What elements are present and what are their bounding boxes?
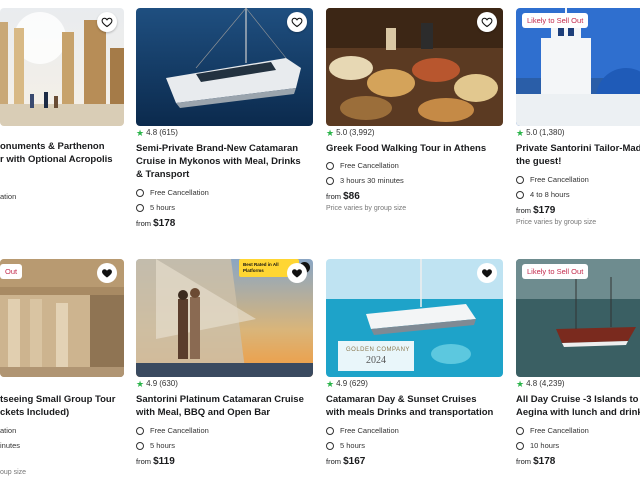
rating: ★ 4.8 (4,239) <box>516 378 565 389</box>
tour-photo[interactable] <box>136 8 313 126</box>
check-circle-icon <box>136 188 144 197</box>
tour-photo[interactable] <box>326 8 503 126</box>
price-note: Price varies by group size <box>516 219 597 226</box>
duration-info: 5 hours <box>136 203 175 212</box>
rating: ★ 5.0 (1,380) <box>516 127 565 138</box>
wishlist-button[interactable] <box>477 12 497 32</box>
price: from $179 <box>516 205 556 216</box>
heart-icon <box>291 17 303 28</box>
check-circle-icon <box>326 426 334 435</box>
cancellation-info: Free Cancellation <box>516 426 589 435</box>
duration-info: 5 hours <box>136 441 175 450</box>
rating: ★ 4.9 (630) <box>136 378 178 389</box>
check-circle-icon <box>516 426 524 435</box>
star-icon: ★ <box>136 127 145 138</box>
likely-to-sell-out-badge: Out <box>0 264 23 279</box>
heart-icon <box>482 269 492 278</box>
carousel-dots[interactable] <box>410 466 438 470</box>
price-note: oup size <box>0 469 27 476</box>
tour-photo[interactable] <box>326 259 503 377</box>
card-title[interactable]: Catamaran Day & Sunset Cruises with meal… <box>326 393 498 419</box>
carousel-dots[interactable] <box>584 466 618 470</box>
card-title[interactable]: Santorini Platinum Catamaran Cruise with… <box>136 393 308 419</box>
card-title[interactable]: Private Santorini Tailor-Made the guest! <box>516 142 640 168</box>
catamaran-photo <box>136 8 313 126</box>
cancellation-info: Free Cancellation <box>326 426 399 435</box>
price-note: Price varies by group size <box>326 205 407 212</box>
wishlist-button[interactable] <box>97 263 117 283</box>
clock-icon <box>326 441 334 450</box>
price: from $119 <box>136 456 175 467</box>
star-icon: ★ <box>136 378 145 389</box>
clock-icon <box>516 190 524 199</box>
cancellation-info: ation <box>0 192 17 201</box>
heart-icon <box>101 17 113 28</box>
cancellation-info: Free Cancellation <box>136 188 209 197</box>
check-circle-icon <box>326 161 334 170</box>
heart-icon <box>481 17 493 28</box>
photo-caption: GOLDEN COMPANY <box>346 347 410 353</box>
product-card[interactable]: Likely to Sell Out ★ 4.8 (4,239) All Day … <box>516 259 640 480</box>
likely-to-sell-out-badge: Likely to Sell Out <box>522 264 589 279</box>
product-card[interactable]: GOLDEN COMPANY 2024 ★ 4.9 (629) Catamaran… <box>326 259 503 480</box>
likely-to-sell-out-badge: Likely to Sell Out <box>522 13 589 28</box>
card-title[interactable]: Semi-Private Brand-New Catamaran Cruise … <box>136 142 308 181</box>
product-card[interactable]: ★ 4.8 (615) Semi-Private Brand-New Catama… <box>136 8 313 238</box>
card-title[interactable]: tseeing Small Group Tour ckets Included) <box>0 393 124 419</box>
check-circle-icon <box>516 175 524 184</box>
price: from $167 <box>326 456 366 467</box>
star-icon: ★ <box>326 378 335 389</box>
carousel-dots[interactable] <box>204 466 244 470</box>
clock-icon <box>326 176 334 185</box>
check-circle-icon <box>136 426 144 435</box>
duration-info: 10 hours <box>516 441 559 450</box>
star-icon: ★ <box>516 378 525 389</box>
price: from $178 <box>136 218 176 229</box>
carousel-dots[interactable] <box>394 224 434 228</box>
wishlist-button[interactable] <box>287 263 307 283</box>
star-icon: ★ <box>326 127 335 138</box>
star-icon: ★ <box>516 127 525 138</box>
cancellation-info: Free Cancellation <box>326 161 399 170</box>
carousel-dots[interactable] <box>204 224 244 228</box>
card-title[interactable]: onuments & Parthenon r with Optional Acr… <box>0 140 124 166</box>
duration-info: 3 hours 30 minutes <box>326 176 404 185</box>
wishlist-button[interactable] <box>287 12 307 32</box>
wishlist-button[interactable] <box>97 12 117 32</box>
duration-info: 4 to 8 hours <box>516 190 570 199</box>
greek-food-photo <box>326 8 503 126</box>
rating: ★ 4.9 (629) <box>326 378 368 389</box>
rating: ★ 5.0 (3,992) <box>326 127 375 138</box>
clock-icon <box>136 203 144 212</box>
card-title[interactable]: All Day Cruise -3 Islands to A Aegina wi… <box>516 393 640 419</box>
product-card[interactable]: ★ 5.0 (3,992) Greek Food Walking Tour in … <box>326 8 503 238</box>
cancellation-info: Free Cancellation <box>136 426 209 435</box>
product-card[interactable]: Best Rated in All Platforms ★ 4.9 (630) S… <box>136 259 313 480</box>
clock-icon <box>516 441 524 450</box>
photo-year: 2024 <box>366 355 386 366</box>
duration-info: inutes <box>0 441 21 450</box>
price: from $86 <box>326 191 360 202</box>
duration-info: 5 hours <box>326 441 365 450</box>
product-card[interactable]: Likely to Sell Out ★ 5.0 (1,380) Private … <box>516 8 640 238</box>
clock-icon <box>136 441 144 450</box>
rating: ★ 4.8 (615) <box>136 127 178 138</box>
heart-icon <box>292 269 302 278</box>
product-card[interactable]: Out tseeing Small Group Tour ckets Inclu… <box>0 259 124 480</box>
cancellation-info: Free Cancellation <box>516 175 589 184</box>
price: from $178 <box>516 456 556 467</box>
catamaran-day-photo <box>326 259 503 377</box>
heart-icon <box>102 269 112 278</box>
cancellation-info: ation <box>0 426 17 435</box>
wishlist-button[interactable] <box>477 263 497 283</box>
card-title[interactable]: Greek Food Walking Tour in Athens <box>326 142 498 155</box>
product-card[interactable]: onuments & Parthenon r with Optional Acr… <box>0 8 124 238</box>
